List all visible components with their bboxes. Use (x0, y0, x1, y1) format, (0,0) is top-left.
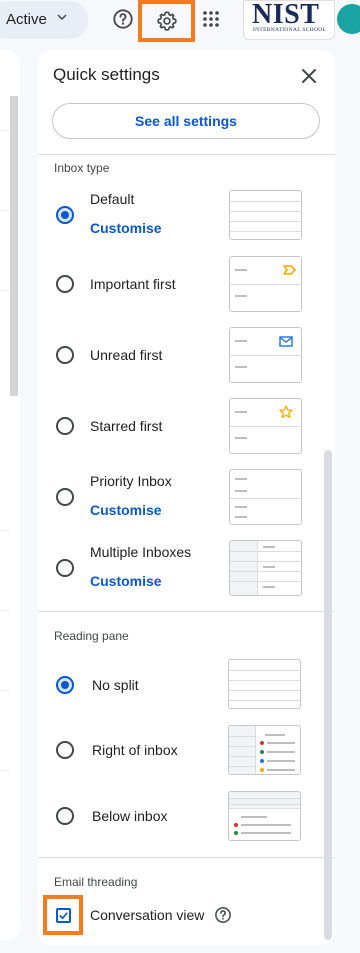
option-label: Important first (90, 276, 176, 292)
help-circle-icon (113, 9, 133, 29)
inbox-type-heading: Inbox type (54, 161, 110, 175)
quick-settings-panel: Quick settings See all settings Inbox ty… (38, 50, 335, 945)
status-dropdown[interactable]: Active (0, 1, 88, 39)
inbox-multiple-thumbnail (229, 540, 302, 596)
account-avatar[interactable] (337, 4, 360, 34)
logo-subtext: INTERNATIONAL SCHOOL (253, 27, 327, 33)
section-divider (38, 857, 335, 858)
radio-inbox-multiple[interactable] (56, 559, 74, 577)
star-icon (279, 405, 293, 419)
radio-inbox-starred-first[interactable] (56, 417, 74, 435)
reading-below-inbox-thumbnail (228, 791, 301, 841)
panel-scrollbar[interactable] (324, 450, 332, 940)
reading-pane-heading: Reading pane (54, 629, 129, 643)
apps-grid-icon (203, 11, 219, 27)
reading-right-of-inbox-thumbnail (228, 725, 301, 775)
option-label: Multiple Inboxes (90, 544, 192, 560)
radio-inbox-unread-first[interactable] (56, 346, 74, 364)
help-circle-icon (215, 907, 231, 923)
conversation-view-help-button[interactable] (214, 906, 232, 924)
organization-logo[interactable]: NIST INTERNATIONAL SCHOOL (243, 0, 335, 40)
customise-link-default[interactable]: Customise (90, 220, 162, 236)
radio-inbox-priority[interactable] (56, 488, 74, 506)
radio-reading-no-split[interactable] (56, 676, 74, 694)
option-label: Right of inbox (92, 742, 178, 758)
option-label: Below inbox (92, 808, 168, 824)
option-label: Priority Inbox (90, 473, 172, 489)
customise-link-multiple[interactable]: Customise (90, 573, 162, 589)
mail-list-scrollbar (10, 96, 18, 396)
radio-reading-below-inbox[interactable] (56, 807, 74, 825)
radio-reading-right-of-inbox[interactable] (56, 741, 74, 759)
option-label: No split (92, 677, 139, 693)
radio-inbox-default[interactable] (56, 206, 74, 224)
reading-no-split-thumbnail (228, 659, 301, 709)
see-all-settings-button[interactable]: See all settings (52, 103, 320, 139)
settings-button[interactable] (138, 0, 195, 42)
option-label: Unread first (90, 347, 163, 363)
close-button[interactable] (299, 66, 319, 86)
important-marker-icon (283, 265, 296, 275)
radio-inbox-important-first[interactable] (56, 275, 74, 293)
inbox-starred-first-thumbnail (229, 398, 302, 454)
google-apps-button[interactable] (197, 4, 225, 34)
gear-icon (156, 11, 177, 31)
support-button[interactable] (108, 4, 138, 34)
conversation-view-label: Conversation view (90, 907, 205, 923)
conversation-view-highlight (43, 895, 83, 935)
panel-title: Quick settings (53, 65, 160, 84)
option-label: Starred first (90, 418, 163, 434)
status-label: Active (6, 11, 47, 28)
checkmark-icon (59, 912, 68, 920)
chevron-down-icon (57, 14, 67, 21)
close-icon (302, 69, 316, 83)
inbox-unread-first-thumbnail (229, 327, 302, 383)
conversation-view-checkbox[interactable] (56, 908, 71, 923)
customise-link-priority[interactable]: Customise (90, 502, 162, 518)
inbox-default-thumbnail (229, 190, 302, 240)
email-threading-heading: Email threading (54, 875, 138, 889)
section-divider (38, 611, 335, 612)
header-divider (38, 154, 335, 155)
option-label: Default (90, 191, 135, 207)
inbox-priority-thumbnail (229, 469, 302, 525)
inbox-important-first-thumbnail (229, 256, 302, 312)
envelope-icon (279, 336, 293, 347)
